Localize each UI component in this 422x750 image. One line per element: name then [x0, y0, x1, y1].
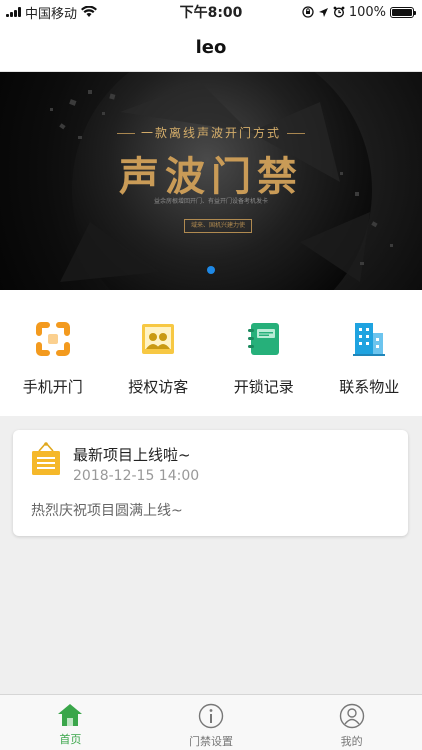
notice-board-icon: [31, 442, 61, 480]
lock-rotation-icon: [302, 6, 314, 18]
notebook-icon: [245, 320, 283, 358]
status-left: 中国移动: [0, 3, 140, 22]
menu-item-unlock-records[interactable]: 开锁记录: [211, 290, 317, 416]
banner-tag: 域来、国机兴建力使: [184, 219, 253, 233]
location-icon: [318, 7, 328, 17]
menu-label: 授权访客: [128, 378, 189, 396]
carousel-dot-active[interactable]: [207, 266, 215, 274]
function-menu: 手机开门 授权访客 开锁记录 联系物业: [0, 290, 422, 416]
notice-title: 最新项目上线啦~: [73, 446, 191, 464]
menu-item-contact-property[interactable]: 联系物业: [317, 290, 422, 416]
info-icon: [198, 703, 224, 729]
wifi-icon: [81, 6, 98, 17]
tab-home[interactable]: 首页: [0, 695, 141, 750]
menu-item-authorize-visitor[interactable]: 授权访客: [106, 290, 212, 416]
alarm-icon: [333, 6, 345, 18]
tab-label: 我的: [340, 735, 363, 748]
tab-mine[interactable]: 我的: [281, 695, 422, 750]
status-bar: 中国移动 下午8:00 100%: [0, 0, 422, 24]
notice-time: 2018-12-15 14:00: [73, 468, 200, 484]
banner-headline: 声波门禁: [119, 153, 303, 200]
tab-label: 门禁设置: [189, 735, 233, 748]
tab-bar: 首页 门禁设置 我的: [0, 694, 422, 750]
user-icon: [339, 703, 364, 729]
home-icon: [58, 704, 83, 726]
carrier-label: 中国移动: [25, 6, 78, 22]
banner-carousel[interactable]: 一款离线声波开门方式 声波门禁 益余房根增回开门、有益开门设备考机发卡 域来、国…: [0, 72, 422, 290]
carousel-indicator: [0, 266, 422, 274]
page-title: leo: [195, 37, 227, 58]
menu-item-phone-unlock[interactable]: 手机开门: [0, 290, 106, 416]
battery-label: 100%: [348, 4, 386, 20]
building-icon: [350, 320, 388, 358]
scan-icon: [34, 320, 72, 358]
notice-card[interactable]: 最新项目上线啦~ 2018-12-15 14:00 热烈庆祝项目圆满上线~: [13, 430, 408, 536]
notice-body: 热烈庆祝项目圆满上线~: [31, 503, 183, 519]
nav-bar: leo: [0, 24, 422, 72]
battery-icon: [390, 6, 416, 18]
banner-slogan: 一款离线声波开门方式: [0, 124, 422, 141]
menu-label: 手机开门: [22, 378, 83, 396]
status-right: 100%: [282, 5, 422, 20]
menu-label: 联系物业: [339, 378, 400, 396]
tab-label: 首页: [59, 733, 82, 746]
menu-label: 开锁记录: [233, 378, 294, 396]
status-time: 下午8:00: [179, 5, 243, 21]
signal-icon: [6, 7, 21, 17]
tab-access-settings[interactable]: 门禁设置: [141, 695, 282, 750]
banner-tagline: 益余房根增回开门、有益开门设备考机发卡: [153, 198, 268, 205]
visitors-icon: [139, 320, 177, 358]
